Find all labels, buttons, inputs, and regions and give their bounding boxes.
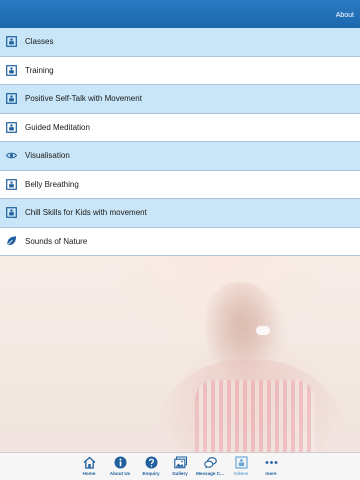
video-icon <box>6 64 17 76</box>
menu-item-sounds-of-nature[interactable]: Sounds of Nature <box>0 227 360 256</box>
tab-videos[interactable]: Videos <box>227 456 255 480</box>
leaf-icon <box>6 236 17 247</box>
tab-label: more <box>265 471 277 476</box>
question-icon <box>145 456 157 469</box>
menu-item-visualisation[interactable]: Visualisation <box>0 142 360 171</box>
home-icon <box>83 456 95 469</box>
menu-item-label: Training <box>25 65 54 75</box>
menu-list: Classes Training Positive Self-Talk with… <box>0 28 360 256</box>
info-icon <box>114 456 126 469</box>
tab-enquiry[interactable]: Enquiry <box>137 456 165 480</box>
menu-item-label: Guided Meditation <box>25 122 90 132</box>
header-bar: About <box>0 0 360 28</box>
videos-icon <box>234 456 248 469</box>
menu-item-label: Sounds of Nature <box>25 236 88 246</box>
tab-more[interactable]: more <box>257 456 285 480</box>
menu-item-label: Chill Skills for Kids with movement <box>25 208 147 218</box>
tab-label: Enquiry <box>142 471 160 476</box>
menu-item-belly-breathing[interactable]: Belly Breathing <box>0 170 360 199</box>
about-button[interactable]: About <box>336 12 354 19</box>
tab-label: Gallery <box>172 471 188 476</box>
menu-item-label: Visualisation <box>25 151 70 161</box>
menu-item-label: Belly Breathing <box>25 179 79 189</box>
tab-label: About Us <box>109 471 131 476</box>
video-icon <box>6 36 17 48</box>
menu-item-label: Positive Self-Talk with Movement <box>25 94 142 104</box>
menu-item-positive-self-talk[interactable]: Positive Self-Talk with Movement <box>0 85 360 114</box>
menu-item-guided-meditation[interactable]: Guided Meditation <box>0 113 360 142</box>
tab-message-center[interactable]: Message C... <box>196 456 224 480</box>
gallery-icon <box>173 456 187 469</box>
tab-about-us[interactable]: About Us <box>106 456 134 480</box>
video-icon <box>6 178 17 190</box>
tab-label: Home <box>82 471 96 476</box>
tab-gallery[interactable]: Gallery <box>166 456 194 480</box>
tab-bar: Home About Us Enquiry Gallery Message C.… <box>0 452 360 480</box>
background-photo-hair-tie <box>256 326 270 335</box>
tab-home[interactable]: Home <box>75 456 103 480</box>
more-icon <box>265 461 277 464</box>
video-icon <box>6 93 17 105</box>
tab-label: Message C... <box>196 471 224 476</box>
menu-item-classes[interactable]: Classes <box>0 28 360 57</box>
eye-icon <box>6 150 17 161</box>
message-icon <box>203 457 217 469</box>
video-icon <box>6 121 17 133</box>
video-icon <box>6 207 17 219</box>
background-photo-top <box>195 380 315 455</box>
tab-label: Videos <box>233 471 249 476</box>
app-screen: About Classes Training Positive Self-Tal… <box>0 0 360 480</box>
menu-item-training[interactable]: Training <box>0 56 360 85</box>
menu-item-chill-skills[interactable]: Chill Skills for Kids with movement <box>0 199 360 228</box>
menu-item-label: Classes <box>25 37 54 47</box>
